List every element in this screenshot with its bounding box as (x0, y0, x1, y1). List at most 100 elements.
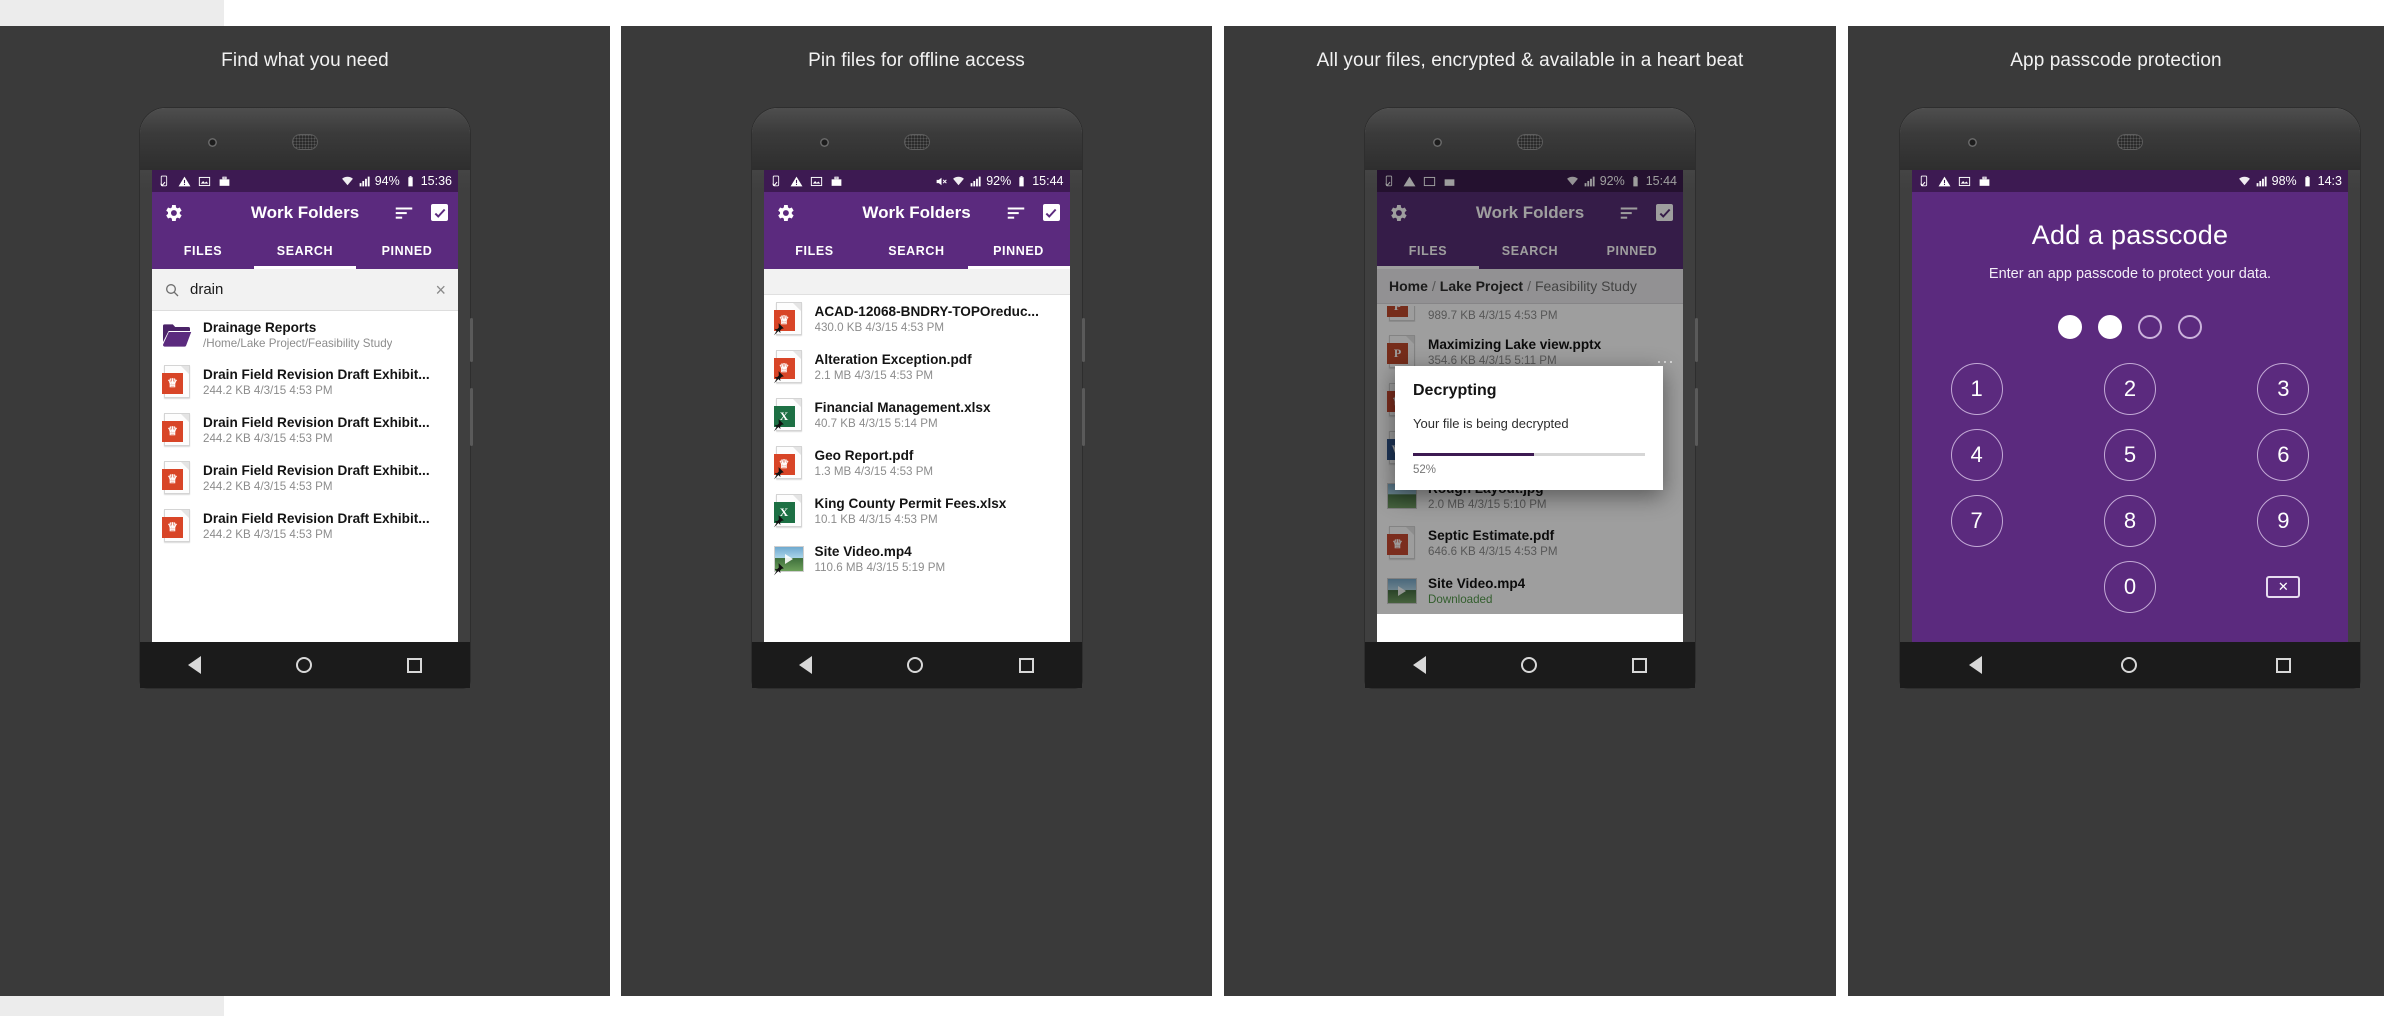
work-briefcase-icon (1979, 176, 1990, 186)
file-name: Site Video.mp4 (1428, 575, 1526, 591)
device-check-icon (1920, 175, 1928, 186)
list-item[interactable]: ♕ Drain Field Revision Draft Exhibit... … (152, 502, 458, 550)
list-item[interactable]: X King County Permit Fees.xlsx 10.1 KB 4… (764, 487, 1070, 535)
key-5[interactable]: 5 (2103, 428, 2156, 481)
breadcrumb[interactable]: Home / Lake Project / Feasibility Study (1377, 269, 1683, 304)
battery-icon (1633, 175, 1638, 186)
progress-percent: 52% (1413, 464, 1437, 476)
sort-icon[interactable] (1618, 202, 1640, 224)
camera-icon (1968, 138, 1977, 147)
pin-icon (773, 419, 784, 432)
select-all-checkbox[interactable] (1042, 204, 1060, 221)
key-1[interactable]: 1 (1950, 362, 2003, 415)
back-button-icon[interactable] (1969, 656, 1983, 674)
battery-icon (2304, 175, 2310, 186)
panel-pin-files: Pin files for offline access 92% 15:44 W… (621, 26, 1212, 996)
recents-button-icon[interactable] (407, 657, 423, 673)
key-7[interactable]: 7 (1950, 494, 2003, 547)
home-button-icon[interactable] (295, 657, 312, 673)
gear-icon[interactable] (1387, 202, 1409, 224)
tab-search[interactable]: SEARCH (1479, 233, 1581, 269)
home-button-icon[interactable] (2120, 657, 2137, 673)
key-8[interactable]: 8 (2103, 494, 2156, 547)
xls-file-icon: X (773, 494, 804, 528)
list-item[interactable]: ♕ Drain Field Revision Draft Exhibit... … (152, 406, 458, 454)
search-bar[interactable]: drain × (152, 269, 458, 311)
passcode-dots (2058, 314, 2202, 339)
recents-button-icon[interactable] (2275, 657, 2291, 673)
tab-pinned[interactable]: PINNED (356, 233, 458, 269)
pin-icon (773, 323, 784, 336)
file-meta: 989.7 KB 4/3/15 4:53 PM (1428, 308, 1558, 322)
list-item[interactable]: Drainage Reports /Home/Lake Project/Feas… (152, 311, 458, 358)
list-item[interactable]: ♕ Drain Field Revision Draft Exhibit... … (152, 454, 458, 502)
download-status: Downloaded (1428, 592, 1493, 606)
breadcrumb-home[interactable]: Home (1389, 278, 1428, 294)
tab-files[interactable]: FILES (764, 233, 866, 269)
select-all-checkbox[interactable] (1656, 204, 1673, 221)
sort-icon[interactable] (1005, 202, 1027, 224)
file-meta: 244.2 KB 4/3/15 4:53 PM (203, 384, 333, 397)
gear-icon[interactable] (162, 202, 184, 224)
list-item[interactable]: ♕ Alteration Exception.pdf 2.1 MB 4/3/15… (764, 343, 1070, 391)
home-button-icon[interactable] (1520, 657, 1537, 673)
clock: 14:3 (2317, 174, 2342, 188)
file-meta: 40.7 KB 4/3/15 5:14 PM (814, 417, 938, 430)
key-4[interactable]: 4 (1950, 428, 2003, 481)
list-item[interactable]: Site Video.mp4 Downloaded (1377, 567, 1683, 614)
gear-icon[interactable] (774, 202, 796, 224)
clear-search-icon[interactable]: × (435, 281, 446, 299)
list-item[interactable]: P 989.7 KB 4/3/15 4:53 PM (1377, 304, 1683, 328)
tab-search[interactable]: SEARCH (254, 233, 356, 269)
recents-button-icon[interactable] (1018, 657, 1034, 673)
home-button-icon[interactable] (907, 657, 924, 673)
sort-icon[interactable] (393, 202, 415, 224)
signal-icon (2256, 176, 2267, 186)
list-item[interactable]: X Financial Management.xlsx 40.7 KB 4/3/… (764, 391, 1070, 439)
clock: 15:44 (1645, 174, 1677, 188)
key-3[interactable]: 3 (2257, 362, 2310, 415)
phone-device: 98% 14:3 Add a passcode Enter an app pas… (1900, 108, 2360, 688)
clock: 15:44 (1032, 174, 1064, 188)
key-6[interactable]: 6 (2257, 428, 2310, 481)
file-meta: 646.6 KB 4/3/15 4:53 PM (1428, 545, 1558, 558)
list-item[interactable]: ♕ Geo Report.pdf 1.3 MB 4/3/15 4:53 PM (764, 439, 1070, 487)
navigation-bar (751, 642, 1082, 688)
volume-button[interactable] (1695, 388, 1698, 446)
back-button-icon[interactable] (1412, 656, 1426, 674)
tab-pinned[interactable]: PINNED (1581, 233, 1683, 269)
file-name: Drain Field Revision Draft Exhibit... (203, 511, 430, 526)
power-button[interactable] (1081, 318, 1085, 362)
recents-button-icon[interactable] (1632, 657, 1648, 673)
key-9[interactable]: 9 (2257, 494, 2310, 547)
back-button-icon[interactable] (187, 656, 201, 674)
file-path: /Home/Lake Project/Feasibility Study (203, 336, 393, 350)
volume-button[interactable] (470, 388, 473, 446)
key-2[interactable]: 2 (2103, 362, 2156, 415)
volume-button[interactable] (1081, 388, 1085, 446)
camera-icon (1433, 138, 1442, 147)
list-item[interactable]: ♕ Septic Estimate.pdf 646.6 KB 4/3/15 4:… (1377, 519, 1683, 567)
tab-files[interactable]: FILES (152, 233, 254, 269)
tab-pinned[interactable]: PINNED (967, 233, 1070, 269)
search-input[interactable]: drain (190, 281, 425, 298)
phone-screen: 94% 15:36 Work Folders FILES SEARCH PINN… (152, 170, 458, 642)
select-all-checkbox[interactable] (431, 204, 448, 221)
power-button[interactable] (1695, 318, 1698, 362)
bottom-strip-white (224, 996, 2384, 1016)
back-button-icon[interactable] (799, 656, 813, 674)
decrypting-dialog: Decrypting Your file is being decrypted … (1395, 366, 1663, 490)
list-item[interactable]: ♕ ACAD-12068-BNDRY-TOPOreduc... 430.0 KB… (764, 295, 1070, 343)
list-item[interactable]: Site Video.mp4 110.6 MB 4/3/15 5:19 PM (764, 535, 1070, 583)
video-file-icon (1387, 577, 1417, 604)
breadcrumb-lake-project[interactable]: Lake Project (1440, 278, 1523, 294)
battery-icon (1019, 175, 1024, 186)
tab-search[interactable]: SEARCH (866, 233, 968, 269)
power-button[interactable] (470, 318, 473, 362)
key-0[interactable]: 0 (2103, 560, 2156, 613)
tab-files[interactable]: FILES (1377, 233, 1479, 269)
delete-key[interactable]: ✕ (2257, 561, 2309, 613)
list-item[interactable]: ♕ Drain Field Revision Draft Exhibit... … (152, 358, 458, 406)
status-bar: 98% 14:3 (1912, 170, 2348, 192)
image-icon (1423, 176, 1436, 186)
